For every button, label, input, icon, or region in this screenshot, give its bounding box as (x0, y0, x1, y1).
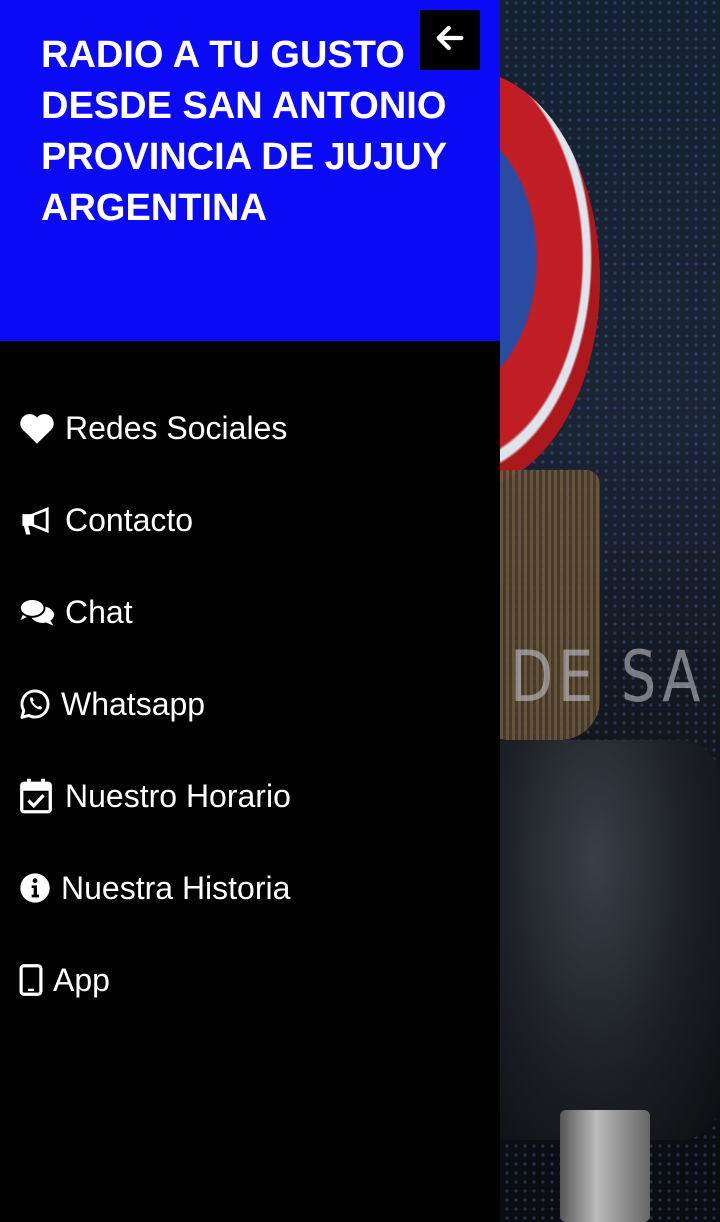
menu-item-nuestro-horario[interactable]: Nuestro Horario (0, 750, 500, 842)
microphone-mount-image (470, 740, 720, 1140)
menu-item-label: Nuestro Horario (65, 777, 291, 814)
menu-item-nuestra-historia[interactable]: Nuestra Historia (0, 842, 500, 934)
close-drawer-button[interactable] (420, 10, 480, 70)
navigation-drawer: RADIO A TU GUSTO DESDE SAN ANTONIO PROVI… (0, 0, 500, 1222)
whatsapp-icon (19, 685, 53, 723)
menu-item-label: Contacto (65, 501, 194, 538)
tablet-icon (19, 961, 45, 999)
calendar-check-icon (19, 777, 57, 815)
menu-item-label: App (53, 961, 110, 998)
menu-item-contacto[interactable]: Contacto (0, 474, 500, 566)
menu-item-app[interactable]: App (0, 934, 500, 1026)
chat-bubbles-icon (19, 593, 57, 631)
info-circle-icon (19, 869, 53, 907)
menu-item-chat[interactable]: Chat (0, 566, 500, 658)
menu-item-label: Chat (65, 593, 133, 630)
drawer-header: RADIO A TU GUSTO DESDE SAN ANTONIO PROVI… (0, 0, 500, 341)
heart-icon (19, 409, 57, 447)
menu-item-label: Redes Sociales (65, 409, 288, 446)
station-title: RADIO A TU GUSTO DESDE SAN ANTONIO PROVI… (41, 34, 447, 229)
background-logo-text: DE SA (510, 636, 706, 718)
menu-item-whatsapp[interactable]: Whatsapp (0, 658, 500, 750)
menu-item-label: Whatsapp (61, 685, 206, 722)
megaphone-icon (19, 501, 57, 539)
menu-item-label: Nuestra Historia (61, 869, 291, 906)
arrow-left-icon (435, 23, 465, 58)
drawer-menu: Redes Sociales Contacto Chat Whatsapp Nu… (0, 382, 500, 1026)
menu-item-redes-sociales[interactable]: Redes Sociales (0, 382, 500, 474)
microphone-stem-image (560, 1110, 650, 1222)
